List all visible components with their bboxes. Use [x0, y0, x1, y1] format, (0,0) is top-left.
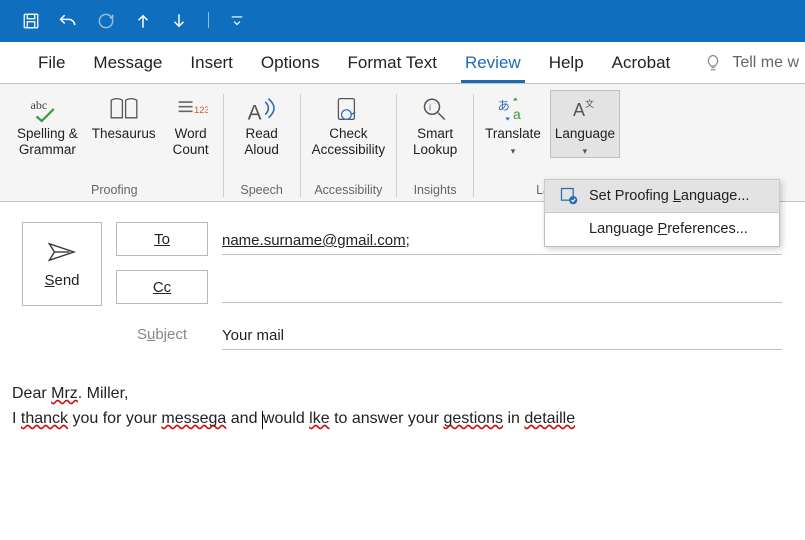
to-button[interactable]: To — [116, 222, 208, 256]
tab-format-text[interactable]: Format Text — [334, 42, 451, 83]
ribbon: abc Spelling &Grammar Thesaurus 123 Word… — [0, 84, 805, 202]
tab-message[interactable]: Message — [79, 42, 176, 83]
group-proofing: abc Spelling &Grammar Thesaurus 123 Word… — [6, 90, 223, 201]
group-speech: A ReadAloud Speech — [224, 90, 300, 201]
subject-field[interactable]: Your mail — [222, 318, 782, 350]
subject-label: Subject — [116, 326, 208, 343]
wordcount-label-1: Word — [175, 126, 207, 141]
tell-me-label: Tell me w — [732, 54, 799, 72]
chevron-down-icon: ▾ — [511, 146, 516, 156]
spelling-error[interactable]: detaille — [524, 410, 575, 427]
tab-options[interactable]: Options — [247, 42, 334, 83]
svg-text:abc: abc — [31, 98, 48, 112]
access-label-1: Check — [329, 126, 367, 141]
access-label-2: Accessibility — [312, 142, 386, 157]
svg-text:123: 123 — [194, 105, 208, 115]
translate-icon: あa — [493, 93, 533, 125]
smart-lookup-icon: i — [415, 93, 455, 125]
spelling-error[interactable]: Mrz — [51, 385, 78, 402]
lightbulb-icon — [704, 54, 722, 72]
prev-item-icon[interactable] — [134, 12, 152, 30]
group-insights: i SmartLookup Insights — [397, 90, 473, 201]
tab-acrobat[interactable]: Acrobat — [598, 42, 685, 83]
spelling-icon: abc — [27, 93, 67, 125]
ribbon-tabs: File Message Insert Options Format Text … — [0, 42, 805, 84]
group-label-insights: Insights — [403, 179, 467, 201]
tab-insert[interactable]: Insert — [176, 42, 247, 83]
send-button[interactable]: Send — [22, 222, 102, 306]
spelling-grammar-button[interactable]: abc Spelling &Grammar — [12, 90, 83, 158]
translate-label: Translate — [485, 126, 541, 141]
recipient-chip[interactable]: name.surname@gmail.com — [222, 232, 406, 249]
group-accessibility: CheckAccessibility Accessibility — [301, 90, 397, 201]
word-count-icon: 123 — [171, 93, 211, 125]
spelling-label-2: Grammar — [19, 142, 76, 157]
svg-text:文: 文 — [585, 98, 594, 109]
accessibility-icon — [328, 93, 368, 125]
svg-text:i: i — [429, 103, 431, 113]
spelling-error[interactable]: lke — [309, 410, 329, 427]
svg-text:A: A — [573, 100, 585, 120]
translate-button[interactable]: あa Translate ▾ — [480, 90, 546, 158]
tab-help[interactable]: Help — [535, 42, 598, 83]
smart-label-2: Lookup — [413, 142, 457, 157]
spelling-error[interactable]: gestions — [443, 410, 503, 427]
read-aloud-label-1: Read — [245, 126, 277, 141]
next-item-icon[interactable] — [170, 12, 188, 30]
tab-file[interactable]: File — [24, 42, 79, 83]
save-icon[interactable] — [22, 12, 40, 30]
spelling-label-1: Spelling & — [17, 126, 78, 141]
redo-icon[interactable] — [96, 11, 116, 31]
cc-button[interactable]: Cc — [116, 270, 208, 304]
language-menu: Set Proofing Language... Language Prefer… — [544, 179, 780, 247]
chevron-down-icon: ▾ — [583, 146, 588, 156]
group-label-proofing: Proofing — [12, 179, 217, 201]
tab-review[interactable]: Review — [451, 42, 535, 83]
wordcount-label-2: Count — [173, 142, 209, 157]
group-label-accessibility: Accessibility — [307, 179, 391, 201]
read-aloud-icon: A — [242, 93, 282, 125]
customize-qat-icon[interactable] — [230, 14, 244, 28]
send-icon — [47, 240, 77, 264]
read-aloud-button[interactable]: A ReadAloud — [230, 90, 294, 158]
thesaurus-button[interactable]: Thesaurus — [87, 90, 161, 158]
menu-language-preferences[interactable]: Language Preferences... — [545, 212, 779, 246]
svg-text:A: A — [247, 101, 261, 123]
message-body[interactable]: Dear Mrz. Miller, I thanck you for your … — [0, 360, 805, 454]
cc-field[interactable] — [222, 271, 782, 303]
smart-lookup-button[interactable]: i SmartLookup — [403, 90, 467, 158]
send-label: Send — [44, 272, 79, 289]
group-label-speech: Speech — [230, 179, 294, 201]
svg-text:あ: あ — [498, 99, 510, 113]
undo-icon[interactable] — [58, 11, 78, 31]
proofing-language-icon — [559, 186, 579, 206]
language-button[interactable]: A文 Language ▾ — [550, 90, 620, 158]
menu-set-proofing-language[interactable]: Set Proofing Language... — [544, 179, 780, 213]
spelling-error[interactable]: messega — [161, 410, 226, 427]
language-label: Language — [555, 126, 615, 141]
spelling-error[interactable]: thanck — [21, 410, 68, 427]
word-count-button[interactable]: 123 WordCount — [165, 90, 217, 158]
tell-me-search[interactable]: Tell me w — [704, 54, 805, 72]
svg-text:a: a — [513, 106, 521, 122]
thesaurus-icon — [104, 93, 144, 125]
check-accessibility-button[interactable]: CheckAccessibility — [307, 90, 391, 158]
thesaurus-label: Thesaurus — [92, 126, 156, 142]
smart-label-1: Smart — [417, 126, 453, 141]
menu-set-proofing-language-label: Set Proofing Language... — [589, 188, 749, 204]
qat-separator — [206, 10, 212, 33]
quick-access-toolbar — [0, 0, 805, 42]
blank-icon — [559, 219, 579, 239]
read-aloud-label-2: Aloud — [244, 142, 279, 157]
language-icon: A文 — [565, 93, 605, 125]
menu-language-preferences-label: Language Preferences... — [589, 221, 748, 237]
